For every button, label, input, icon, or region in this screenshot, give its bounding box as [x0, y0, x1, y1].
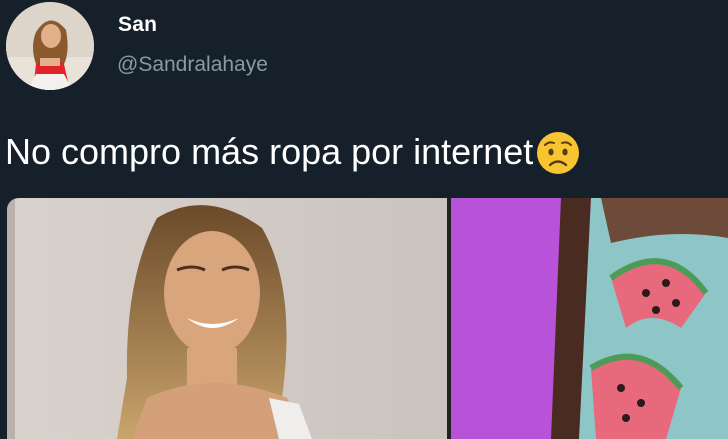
avatar-photo — [6, 2, 94, 90]
tweet: San @Sandralahaye No compro más ropa por… — [0, 0, 728, 439]
media-photo-woman[interactable] — [7, 198, 447, 439]
tweet-text-content: No compro más ropa por internet — [5, 131, 534, 172]
user-handle[interactable]: @Sandralahaye — [117, 53, 268, 77]
worried-face-icon — [535, 130, 581, 176]
media-photo-watermelon-garment[interactable] — [451, 198, 728, 439]
tweet-media[interactable] — [7, 198, 728, 439]
tweet-text: No compro más ropa por internet — [5, 128, 581, 176]
avatar[interactable] — [6, 2, 94, 90]
display-name[interactable]: San — [118, 13, 157, 37]
